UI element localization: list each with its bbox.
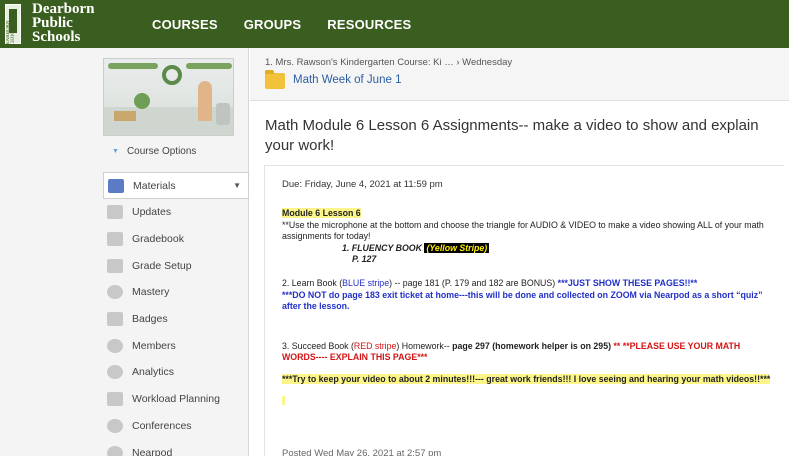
main-content: 1. Mrs. Rawson's Kindergarten Course: Ki… bbox=[250, 48, 789, 456]
course-picture-avatar bbox=[198, 81, 212, 121]
learn-line: 2. Learn Book (BLUE stripe) -- page 181 … bbox=[282, 278, 772, 290]
assignment-card: Due: Friday, June 4, 2021 at 11:59 pm Mo… bbox=[264, 165, 784, 456]
folder-title[interactable]: Math Week of June 1 bbox=[293, 74, 401, 86]
sidebar-item-label: Updates bbox=[132, 206, 172, 219]
assignment-body: Module 6 Lesson 6 **Use the microphone a… bbox=[282, 208, 772, 408]
course-sidebar: ▼ Course Options Materials ▼ Updates Gra… bbox=[0, 48, 249, 456]
course-picture-chair bbox=[216, 103, 230, 125]
breadcrumb-area: 1. Mrs. Rawson's Kindergarten Course: Ki… bbox=[250, 48, 789, 101]
closing-note: ***Try to keep your video to about 2 min… bbox=[282, 373, 771, 384]
chevron-down-icon[interactable]: ▼ bbox=[233, 181, 241, 190]
sidebar-item-label: Grade Setup bbox=[132, 259, 192, 272]
materials-icon bbox=[108, 178, 124, 193]
logo-line-1: Dearborn bbox=[32, 1, 95, 17]
module-heading: Module 6 Lesson 6 bbox=[282, 208, 361, 218]
logo-line-3: Schools bbox=[32, 29, 81, 45]
sidebar-item-label: Gradebook bbox=[132, 233, 184, 246]
grade-setup-icon bbox=[107, 258, 123, 273]
sidebar-item-gradebook[interactable]: Gradebook bbox=[103, 226, 249, 253]
learn-note: ***JUST SHOW THESE PAGES!!** bbox=[557, 277, 698, 288]
course-options-toggle[interactable]: ▼ Course Options bbox=[112, 146, 196, 157]
succeed-text: 3. Succeed Book ( bbox=[282, 340, 354, 351]
analytics-icon bbox=[107, 365, 123, 380]
text-cursor bbox=[282, 395, 772, 409]
course-picture-garland bbox=[186, 63, 232, 69]
sidebar-item-label: Mastery bbox=[132, 286, 170, 299]
nav-resources[interactable]: RESOURCES bbox=[327, 17, 411, 32]
sidebar-item-badges[interactable]: Badges bbox=[103, 306, 249, 333]
sidebar-item-mastery[interactable]: Mastery bbox=[103, 279, 249, 306]
conferences-icon bbox=[107, 418, 123, 433]
course-picture-books bbox=[114, 111, 136, 121]
sidebar-item-label: Analytics bbox=[132, 366, 175, 379]
nav-groups[interactable]: GROUPS bbox=[244, 17, 302, 32]
sidebar-item-nearpod[interactable]: Nearpod bbox=[103, 439, 249, 456]
district-logo[interactable]: DEARBORN SCHOOLS Dearborn Public Schools bbox=[0, 0, 112, 48]
gradebook-icon bbox=[107, 232, 123, 247]
sidebar-item-label: Members bbox=[132, 339, 176, 352]
sidebar-item-materials[interactable]: Materials ▼ bbox=[103, 172, 249, 199]
sidebar-item-label: Conferences bbox=[132, 419, 192, 432]
sidebar-item-label: Nearpod bbox=[132, 446, 173, 456]
highlight-caret bbox=[282, 395, 285, 405]
nav-courses[interactable]: COURSES bbox=[152, 17, 218, 32]
fluency-page: P. 127 bbox=[352, 254, 377, 265]
course-picture-garland bbox=[108, 63, 158, 69]
caret-down-icon: ▼ bbox=[112, 148, 119, 155]
logo-text: Dearborn Public Schools bbox=[32, 1, 95, 45]
sidebar-item-members[interactable]: Members bbox=[103, 332, 249, 359]
fluency-line: 1. FLUENCY BOOK (Yellow Stripe) bbox=[282, 242, 772, 255]
intro-text: **Use the microphone at the bottom and c… bbox=[282, 219, 764, 242]
course-options-label: Course Options bbox=[126, 146, 197, 157]
main-nav: COURSES GROUPS RESOURCES bbox=[152, 0, 437, 48]
logo-line-2: Public bbox=[32, 15, 73, 31]
sidebar-item-conferences[interactable]: Conferences bbox=[103, 413, 249, 440]
succeed-line: 3. Succeed Book (RED stripe) Homework-- … bbox=[282, 341, 772, 364]
fluency-stripe: (Yellow Stripe) bbox=[424, 242, 490, 253]
learn-stripe: BLUE stripe bbox=[342, 277, 390, 288]
learn-text: 2. Learn Book ( bbox=[282, 277, 343, 288]
course-picture-plant bbox=[134, 93, 150, 109]
nearpod-icon bbox=[107, 445, 123, 456]
page-title: Math Module 6 Lesson 6 Assignments-- mak… bbox=[265, 117, 759, 154]
sidebar-item-label: Workload Planning bbox=[132, 393, 220, 406]
due-date: Due: Friday, June 4, 2021 at 11:59 pm bbox=[282, 179, 443, 190]
members-icon bbox=[107, 338, 123, 353]
sidebar-item-grade-setup[interactable]: Grade Setup bbox=[103, 252, 249, 279]
sidebar-item-updates[interactable]: Updates bbox=[103, 199, 249, 226]
course-menu: Materials ▼ Updates Gradebook Grade Setu… bbox=[103, 172, 249, 456]
sidebar-item-workload-planning[interactable]: Workload Planning bbox=[103, 386, 249, 413]
course-picture bbox=[103, 58, 234, 136]
workload-planning-icon bbox=[107, 392, 123, 407]
succeed-pages: page 297 (homework helper is on 295) bbox=[452, 340, 612, 351]
badges-icon bbox=[107, 312, 123, 327]
succeed-homework: ) Homework-- bbox=[396, 340, 453, 351]
sidebar-item-analytics[interactable]: Analytics bbox=[103, 359, 249, 386]
succeed-stripe: RED stripe bbox=[353, 340, 397, 351]
learn-pages: ) -- page 181 (P. 179 and 182 are BONUS) bbox=[389, 277, 558, 288]
logo-vertical-text: DEARBORN SCHOOLS bbox=[6, 20, 16, 48]
course-picture-wreath bbox=[162, 65, 182, 85]
breadcrumb[interactable]: 1. Mrs. Rawson's Kindergarten Course: Ki… bbox=[265, 57, 512, 68]
sidebar-item-label: Badges bbox=[132, 313, 168, 326]
fluency-label: 1. FLUENCY BOOK bbox=[342, 242, 422, 253]
sidebar-item-label: Materials bbox=[133, 179, 176, 192]
top-navigation-bar: DEARBORN SCHOOLS Dearborn Public Schools… bbox=[0, 0, 789, 48]
learn-warning: ***DO NOT do page 183 exit ticket at hom… bbox=[282, 289, 763, 312]
updates-icon bbox=[107, 205, 123, 220]
posted-timestamp: Posted Wed May 26, 2021 at 2:57 pm bbox=[282, 448, 442, 456]
folder-icon bbox=[265, 70, 285, 89]
mastery-icon bbox=[107, 285, 123, 300]
